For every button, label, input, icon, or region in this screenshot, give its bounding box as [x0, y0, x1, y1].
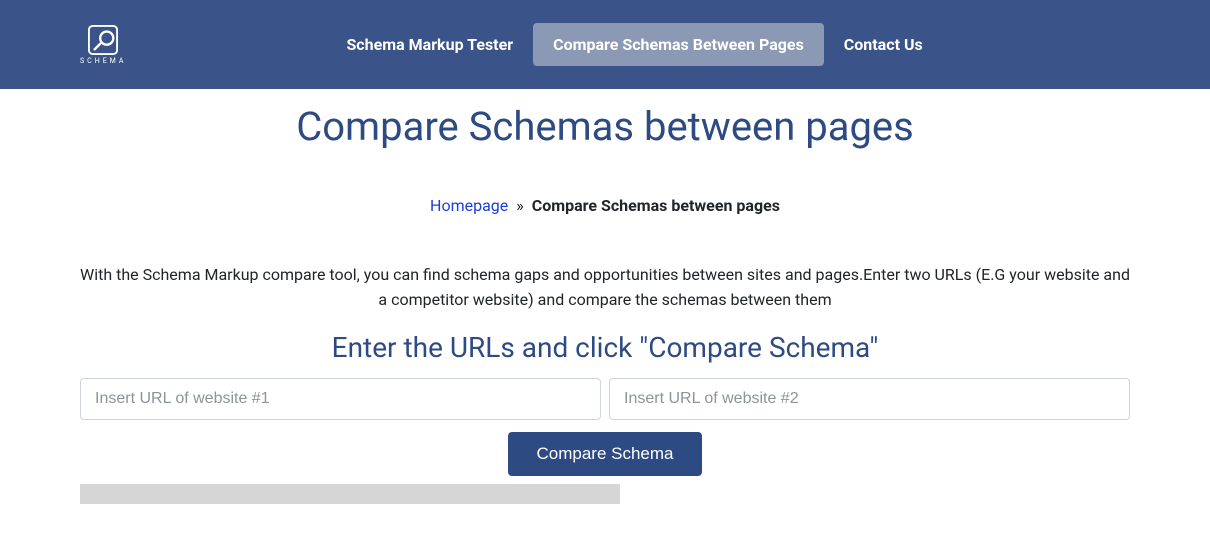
breadcrumb: Homepage » Compare Schemas between pages [0, 196, 1210, 215]
compare-schema-button[interactable]: Compare Schema [508, 432, 701, 476]
nav-items: Schema Markup Tester Compare Schemas Bet… [326, 23, 942, 66]
navbar: SCHEMA Schema Markup Tester Compare Sche… [0, 0, 1210, 89]
form-heading: Enter the URLs and click "Compare Schema… [0, 331, 1210, 364]
schema-logo-icon [88, 25, 118, 55]
url-form-row [0, 378, 1210, 420]
button-row: Compare Schema [0, 432, 1210, 476]
brand-logo[interactable]: SCHEMA [80, 25, 126, 65]
nav-link-contact-us[interactable]: Contact Us [824, 23, 943, 66]
url-input-1[interactable] [80, 378, 601, 420]
breadcrumb-home-link[interactable]: Homepage [430, 196, 508, 215]
page-description: With the Schema Markup compare tool, you… [0, 263, 1210, 313]
url-input-2[interactable] [609, 378, 1130, 420]
page-title: Compare Schemas between pages [0, 103, 1210, 150]
breadcrumb-current: Compare Schemas between pages [532, 196, 780, 215]
result-placeholder-bar [80, 484, 620, 504]
brand-logo-text: SCHEMA [80, 57, 126, 65]
nav-link-schema-markup-tester[interactable]: Schema Markup Tester [326, 23, 533, 66]
breadcrumb-separator: » [512, 196, 528, 215]
nav-link-compare-schemas[interactable]: Compare Schemas Between Pages [533, 23, 824, 66]
